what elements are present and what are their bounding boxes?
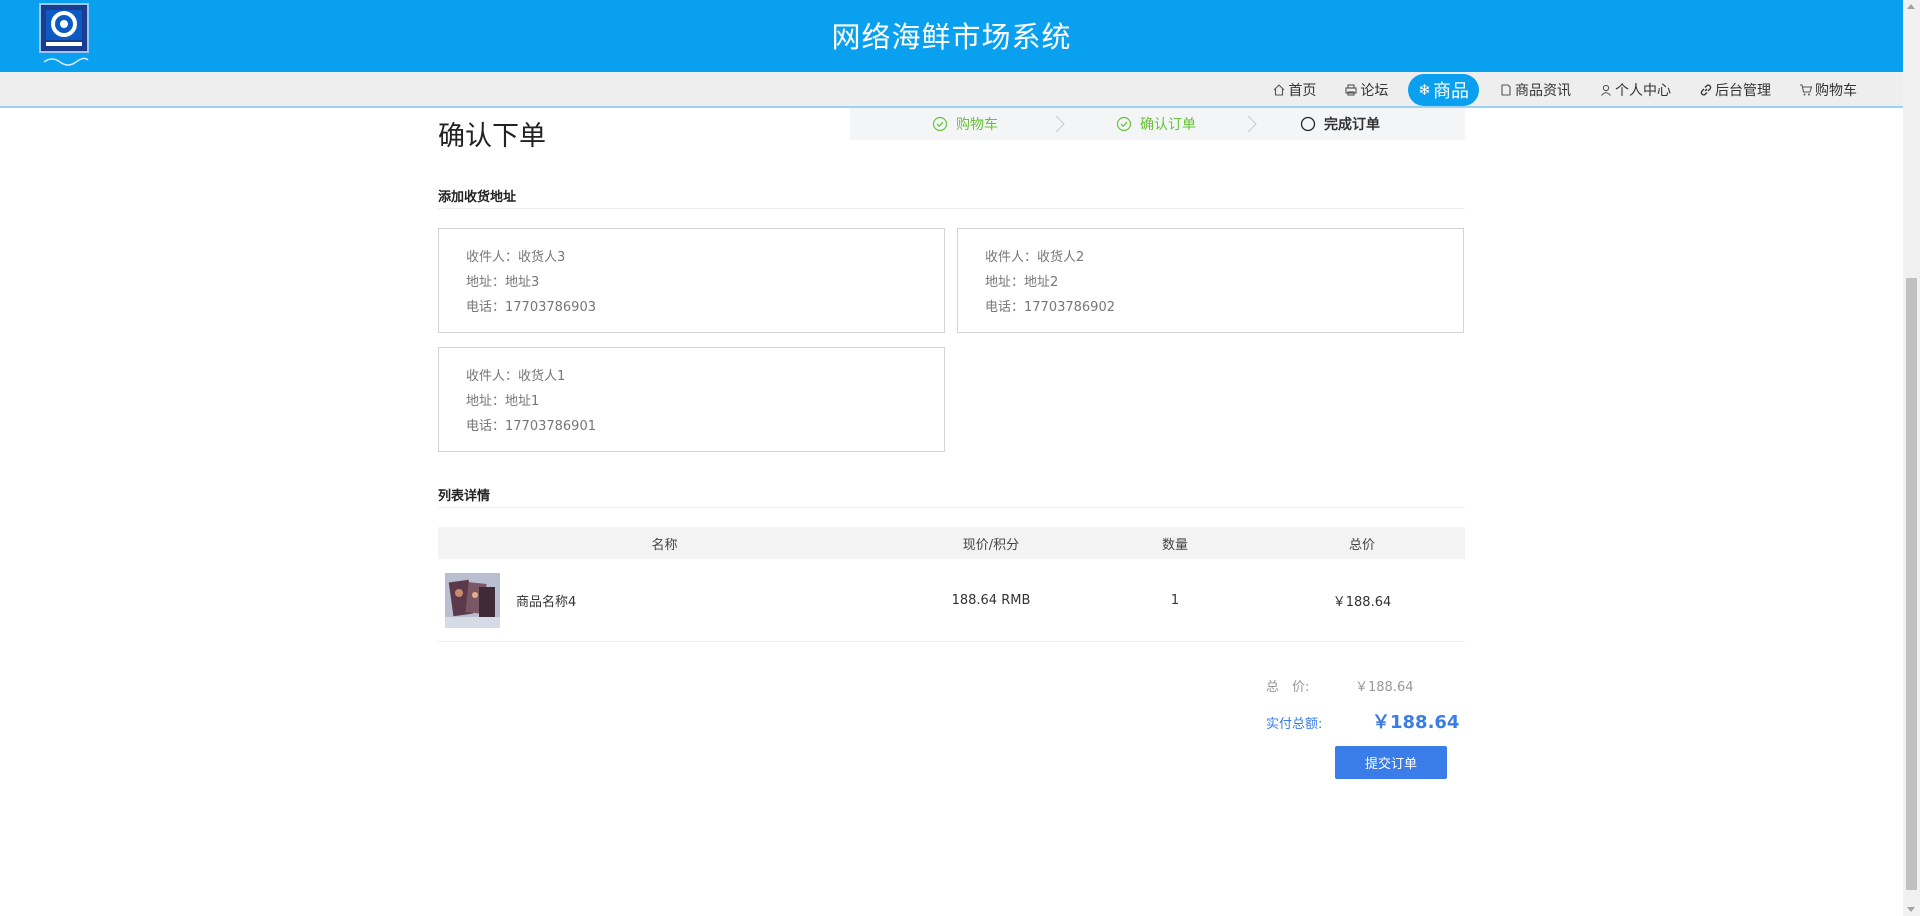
address-line: 地址：地址2 bbox=[985, 275, 1059, 290]
cart-icon bbox=[1800, 84, 1813, 96]
user-icon bbox=[1601, 84, 1611, 96]
address-phone: 电话：17703786903 bbox=[466, 300, 596, 315]
document-icon bbox=[1501, 84, 1511, 96]
address-section-title: 添加收货地址 bbox=[438, 190, 517, 205]
submit-order-button[interactable]: 提交订单 bbox=[1335, 746, 1447, 779]
order-steps: 购物车 确认订单 完成订单 bbox=[850, 108, 1465, 140]
address-card[interactable]: 收件人：收货人3 地址：地址3 电话：17703786903 bbox=[438, 228, 945, 333]
address-card[interactable]: 收件人：收货人1 地址：地址1 电话：17703786901 bbox=[438, 347, 945, 452]
nav-item-news[interactable]: 商品资讯 bbox=[1485, 74, 1585, 106]
total-value: ￥188.64 bbox=[1355, 680, 1414, 695]
nav-item-label: 商品 bbox=[1433, 81, 1469, 102]
nav-item-label: 购物车 bbox=[1815, 83, 1857, 99]
scroll-down-arrow-icon[interactable] bbox=[1907, 907, 1915, 912]
address-phone: 电话：17703786902 bbox=[985, 300, 1115, 315]
nav-item-label: 商品资讯 bbox=[1515, 83, 1571, 99]
page-scrollbar[interactable] bbox=[1903, 0, 1920, 916]
product-total: ￥188.64 bbox=[1332, 594, 1392, 610]
nav-item-label: 首页 bbox=[1288, 83, 1317, 99]
address-receiver: 收件人：收货人3 bbox=[466, 250, 566, 265]
header-bar: 网络海鲜市场系统 bbox=[0, 0, 1903, 72]
step-label: 完成订单 bbox=[1324, 117, 1380, 133]
product-qty: 1 bbox=[1170, 592, 1180, 608]
nav-item-label: 个人中心 bbox=[1615, 83, 1671, 99]
address-receiver: 收件人：收货人1 bbox=[466, 369, 566, 384]
list-section-title: 列表详情 bbox=[438, 489, 491, 504]
home-icon bbox=[1274, 84, 1285, 96]
snowflake-icon: ❄ bbox=[1418, 81, 1431, 99]
link-icon bbox=[1700, 84, 1712, 96]
nav-item-cart[interactable]: 购物车 bbox=[1785, 74, 1871, 106]
nav-item-label: 后台管理 bbox=[1715, 83, 1771, 99]
table-row: 商品名称4 188.64 RMB 1 ￥188.64 bbox=[438, 559, 1465, 642]
product-cell: 商品名称4 bbox=[438, 572, 891, 628]
chevron-right-icon bbox=[1247, 115, 1257, 133]
nav-item-forum[interactable]: 论坛 bbox=[1330, 74, 1402, 106]
paid-label: 实付总额: bbox=[1266, 717, 1323, 732]
address-line: 地址：地址1 bbox=[466, 394, 540, 409]
page-title: 确认下单 bbox=[438, 121, 546, 152]
step-confirm: 确认订单 bbox=[1116, 108, 1196, 140]
check-circle-icon bbox=[1116, 116, 1132, 132]
address-receiver: 收件人：收货人2 bbox=[985, 250, 1085, 265]
order-items-table: 名称 现价/积分 数量 总价 商品名称4 188.64 RMB 1 ￥188.6… bbox=[438, 527, 1465, 642]
product-image[interactable] bbox=[445, 572, 500, 628]
paid-value: ￥188.64 bbox=[1372, 712, 1460, 733]
table-header: 名称 现价/积分 数量 总价 bbox=[438, 527, 1465, 559]
column-header-total: 总价 bbox=[1348, 537, 1375, 553]
step-cart: 购物车 bbox=[932, 108, 998, 140]
scroll-up-arrow-icon[interactable] bbox=[1907, 4, 1915, 9]
scrollbar-thumb[interactable] bbox=[1906, 278, 1917, 890]
address-line: 地址：地址3 bbox=[466, 275, 540, 290]
site-title: 网络海鲜市场系统 bbox=[831, 20, 1072, 54]
total-label: 总 价: bbox=[1266, 680, 1310, 695]
step-complete: 完成订单 bbox=[1300, 108, 1380, 140]
product-price: 188.64 RMB bbox=[951, 592, 1031, 608]
address-card[interactable]: 收件人：收货人2 地址：地址2 电话：17703786902 bbox=[957, 228, 1464, 333]
address-phone: 电话：17703786901 bbox=[466, 419, 596, 434]
nav-item-admin[interactable]: 后台管理 bbox=[1685, 74, 1785, 106]
step-label: 确认订单 bbox=[1140, 117, 1196, 133]
nav-item-products[interactable]: ❄ 商品 bbox=[1408, 74, 1479, 106]
step-label: 购物车 bbox=[956, 117, 998, 133]
nav-item-profile[interactable]: 个人中心 bbox=[1585, 74, 1685, 106]
column-header-price: 现价/积分 bbox=[962, 537, 1020, 553]
nav-bar: 首页 论坛 ❄ 商品 商品资讯 个人中心 后台管理 购物车 bbox=[0, 72, 1903, 108]
printer-icon bbox=[1345, 84, 1357, 96]
divider bbox=[438, 208, 1465, 209]
divider bbox=[438, 507, 1465, 508]
nav-item-home[interactable]: 首页 bbox=[1258, 74, 1330, 106]
chevron-right-icon bbox=[1055, 115, 1065, 133]
column-header-qty: 数量 bbox=[1161, 537, 1188, 553]
column-header-name: 名称 bbox=[651, 537, 678, 553]
product-name: 商品名称4 bbox=[516, 594, 577, 610]
circle-icon bbox=[1300, 116, 1316, 132]
nav-item-label: 论坛 bbox=[1360, 83, 1389, 99]
check-circle-icon bbox=[932, 116, 948, 132]
